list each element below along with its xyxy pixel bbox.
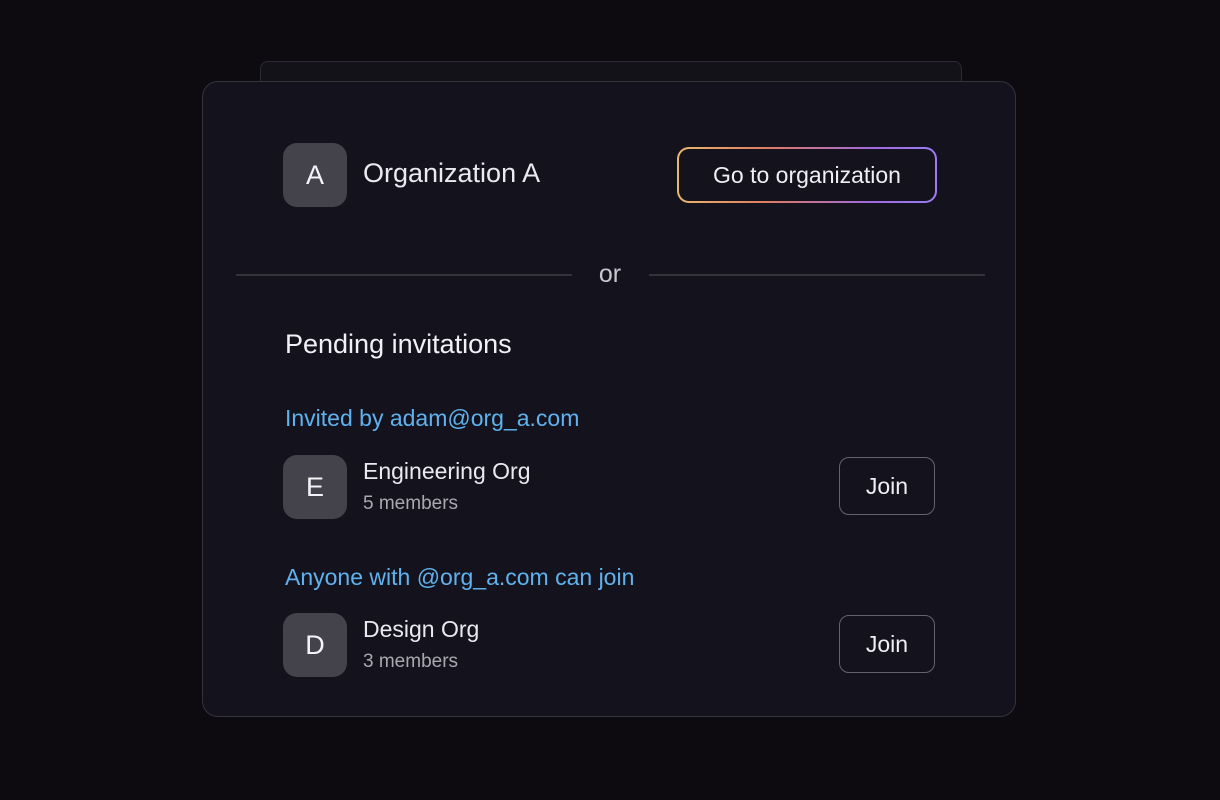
join-engineering-org-button[interactable]: Join [839, 457, 935, 515]
current-org-avatar: A [283, 143, 347, 207]
design-org-initial: D [305, 629, 325, 660]
design-org-avatar: D [283, 613, 347, 677]
invite-note-engineering: Invited by adam@org_a.com [285, 405, 580, 431]
organization-picker-card: A Organization A Go to organization or P… [202, 81, 1016, 717]
design-org-name: Design Org [363, 616, 480, 642]
current-org-name: Organization A [363, 158, 541, 188]
current-org-initial: A [305, 159, 324, 190]
engineering-org-name: Engineering Org [363, 458, 531, 484]
engineering-org-member-count: 5 members [363, 493, 459, 514]
join-design-org-button[interactable]: Join [839, 615, 935, 673]
engineering-org-initial: E [305, 471, 324, 502]
divider-or-label: or [598, 260, 622, 288]
design-org-member-count: 3 members [363, 651, 459, 672]
divider-line-right [649, 274, 985, 276]
invite-note-design: Anyone with @org_a.com can join [285, 564, 635, 590]
engineering-org-avatar: E [283, 455, 347, 519]
go-to-organization-label: Go to organization [679, 149, 935, 201]
divider-line-left [236, 274, 572, 276]
go-to-organization-button[interactable]: Go to organization [677, 147, 937, 203]
pending-invitations-title: Pending invitations [285, 329, 512, 359]
